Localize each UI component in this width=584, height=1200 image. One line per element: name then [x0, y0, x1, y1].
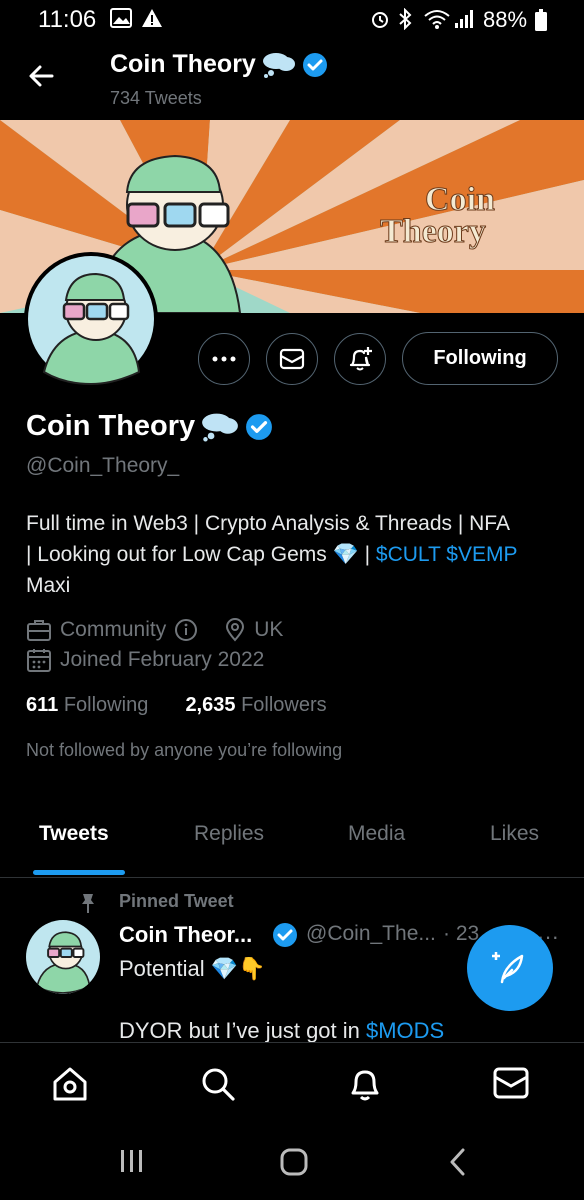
- tab-replies[interactable]: Replies: [194, 822, 264, 846]
- pin-icon: [80, 892, 96, 919]
- active-tab-indicator: [33, 870, 125, 875]
- more-options-button[interactable]: [198, 333, 250, 385]
- profile-avatar[interactable]: [24, 252, 158, 386]
- joined-text: Joined February 2022: [60, 648, 265, 671]
- recent-apps-button[interactable]: [118, 1148, 146, 1179]
- bio-text: | Looking out for Low Cap Gems 💎 |: [26, 543, 376, 566]
- tweet-author-name[interactable]: Coin Theor...: [119, 922, 252, 948]
- profile-handle: @Coin_Theory_: [26, 454, 180, 477]
- more-icon: [212, 356, 236, 362]
- not-followed-notice: Not followed by anyone you’re following: [26, 740, 343, 760]
- verified-icon: [272, 922, 298, 953]
- bio-line: | Looking out for Low Cap Gems 💎 | $CULT…: [26, 539, 566, 570]
- following-button[interactable]: Following: [402, 332, 558, 385]
- tweet-text-line: Potential 💎👇: [119, 956, 266, 981]
- arrow-left-icon: [29, 65, 54, 87]
- category-text: Community: [60, 618, 167, 641]
- calendar-icon: [27, 649, 51, 672]
- verified-icon: [246, 413, 273, 440]
- profile-name-text: Coin Theory: [26, 410, 196, 442]
- profile-bio: Full time in Web3 | Crypto Analysis & Th…: [26, 508, 566, 601]
- tab-media[interactable]: Media: [348, 822, 405, 846]
- status-bar: 11:06 88%: [0, 0, 584, 40]
- follow-stats: 611 Following 2,635 Followers: [26, 694, 327, 717]
- bluetooth-icon: [398, 7, 412, 35]
- battery-level: 88%: [483, 7, 528, 32]
- header-title-text: Coin Theory: [110, 50, 256, 78]
- home-icon[interactable]: [51, 1065, 89, 1108]
- profile-joined: Joined February 2022: [26, 647, 264, 673]
- signal-icon: [454, 9, 476, 34]
- bio-line: Full time in Web3 | Crypto Analysis & Th…: [26, 512, 510, 535]
- followers-stat[interactable]: 2,635 Followers: [185, 694, 326, 716]
- status-time: 11:06: [38, 6, 97, 33]
- bio-line: Maxi: [26, 574, 71, 597]
- notify-button[interactable]: [334, 333, 386, 385]
- tweet-cashtag-link[interactable]: $MODS: [366, 1018, 444, 1043]
- pinned-label: Pinned Tweet: [119, 891, 234, 911]
- thought-bubble-icon: [262, 52, 295, 78]
- followers-label: Followers: [241, 694, 327, 716]
- profile-name: Coin Theory: [26, 410, 273, 443]
- back-system-button[interactable]: [448, 1148, 468, 1181]
- bottom-navigation: [0, 1042, 584, 1123]
- verified-icon: [302, 52, 327, 77]
- notifications-icon[interactable]: [346, 1065, 384, 1108]
- banner-text-line2: Theory: [380, 213, 486, 250]
- divider: [0, 877, 584, 878]
- briefcase-icon: [27, 620, 51, 641]
- location-text: UK: [254, 618, 284, 641]
- bell-plus-icon: [349, 347, 372, 371]
- following-stat[interactable]: 611 Following: [26, 694, 148, 716]
- following-count: 611: [26, 694, 59, 716]
- alarm-icon: [370, 9, 390, 34]
- image-icon: [110, 8, 132, 33]
- back-button[interactable]: [26, 60, 58, 92]
- warning-icon: [141, 7, 163, 34]
- tab-likes[interactable]: Likes: [490, 822, 539, 846]
- search-icon[interactable]: [199, 1065, 237, 1108]
- tweet-count: 734 Tweets: [110, 88, 202, 108]
- followers-count: 2,635: [185, 694, 236, 716]
- tweet-avatar[interactable]: [26, 920, 100, 994]
- wifi-icon: [424, 9, 450, 34]
- compose-tweet-button[interactable]: [467, 925, 553, 1011]
- tweet-author-handle: @Coin_The...: [306, 922, 436, 945]
- profile-category: Community UK: [26, 618, 283, 642]
- mail-icon: [279, 348, 305, 370]
- info-icon[interactable]: [174, 618, 198, 642]
- messages-icon[interactable]: [493, 1067, 529, 1104]
- system-navigation-bar: [0, 1122, 584, 1200]
- compose-icon: [492, 952, 524, 984]
- tweet-text: DYOR but I’ve just got in: [119, 1018, 366, 1043]
- tab-tweets[interactable]: Tweets: [39, 822, 109, 846]
- thought-bubble-icon: [202, 413, 239, 442]
- home-button[interactable]: [280, 1148, 308, 1181]
- following-label: Following: [63, 694, 149, 716]
- bio-cashtag-link[interactable]: $CULT $VEMP: [376, 543, 518, 566]
- tweet-text-line: DYOR but I’ve just got in $MODS: [119, 1018, 444, 1044]
- header-title: Coin Theory: [110, 50, 328, 79]
- location-icon: [226, 618, 245, 642]
- message-button[interactable]: [266, 333, 318, 385]
- battery-icon: [535, 9, 547, 36]
